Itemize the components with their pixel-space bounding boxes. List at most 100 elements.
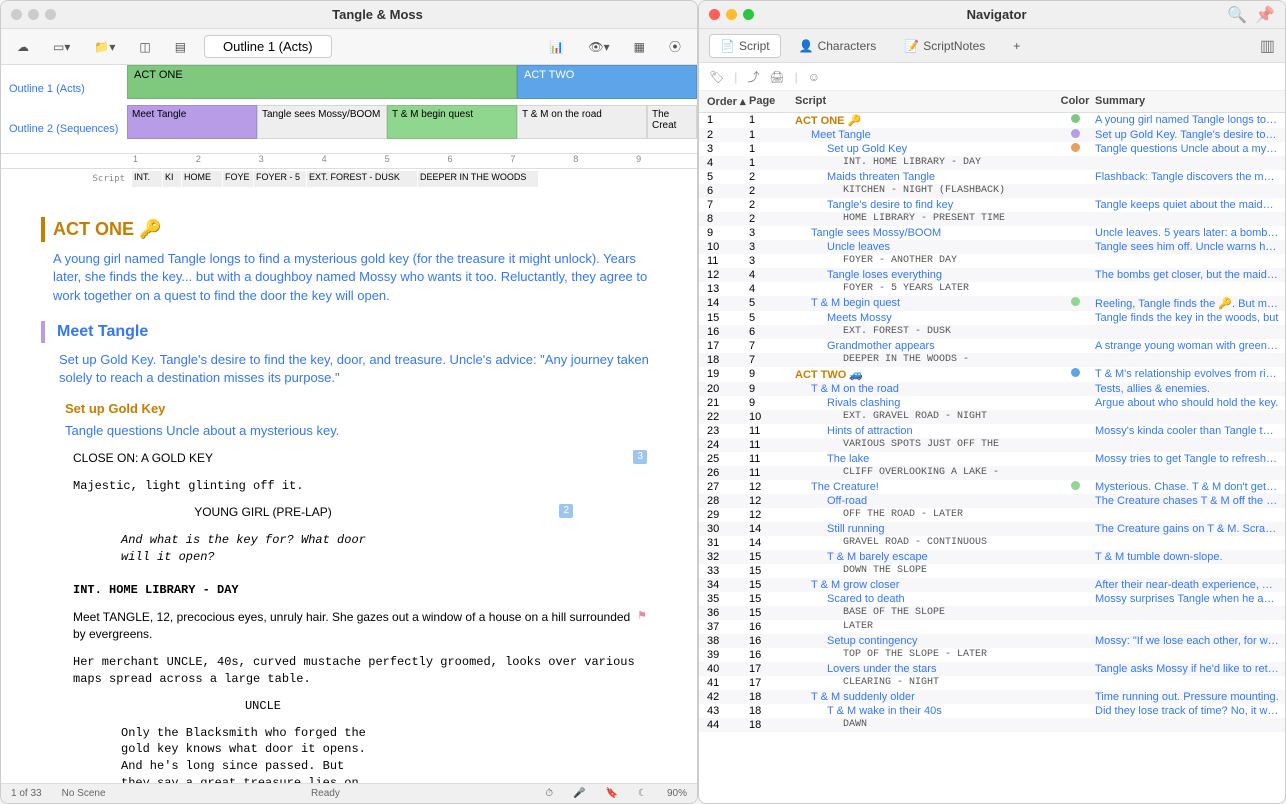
- note-badge[interactable]: 3: [633, 450, 647, 464]
- close-light[interactable]: [11, 9, 22, 20]
- cloud-icon[interactable]: ☁: [11, 37, 35, 57]
- table-row[interactable]: 3615BASE OF THE SLOPE: [699, 606, 1285, 620]
- layout-icon[interactable]: ▦: [628, 37, 651, 57]
- table-row[interactable]: 82HOME LIBRARY - PRESENT TIME: [699, 212, 1285, 226]
- table-row[interactable]: 3215T & M barely escapeT & M tumble down…: [699, 550, 1285, 564]
- share-icon[interactable]: ⤴: [747, 68, 759, 85]
- table-row[interactable]: 2812Off-roadThe Creature chases T & M of…: [699, 494, 1285, 508]
- table-row[interactable]: 103Uncle leavesTangle sees him off. Uncl…: [699, 240, 1285, 254]
- table-row[interactable]: 2210EXT. GRAVEL ROAD - NIGHT: [699, 410, 1285, 424]
- notes-toggle[interactable]: ▤: [169, 37, 192, 57]
- stats-icon[interactable]: 📊: [543, 37, 570, 57]
- tab-characters[interactable]: 👤Characters: [789, 35, 887, 57]
- header-summary[interactable]: Summary: [1095, 95, 1285, 108]
- tag-filter-icon[interactable]: 🏷: [709, 70, 724, 84]
- table-row[interactable]: 3415T & M grow closerAfter their near-de…: [699, 578, 1285, 592]
- print-icon[interactable]: 🖨: [769, 70, 784, 84]
- table-row[interactable]: 11ACT ONE 🔑A young girl named Tangle lon…: [699, 113, 1285, 128]
- table-row[interactable]: 187DEEPER IN THE WOODS -: [699, 353, 1285, 367]
- header-color[interactable]: Color: [1055, 95, 1095, 108]
- split-view-icon[interactable]: ◫: [133, 37, 156, 57]
- table-row[interactable]: 209T & M on the roadTests, allies & enem…: [699, 382, 1285, 396]
- seq-block[interactable]: T & M on the road: [517, 105, 647, 139]
- table-row[interactable]: 3916TOP OF THE SLOPE - LATER: [699, 648, 1285, 662]
- view-toggle[interactable]: ▭▾: [47, 37, 76, 57]
- table-row[interactable]: 134FOYER - 5 YEARS LATER: [699, 282, 1285, 296]
- seq-block[interactable]: Meet Tangle: [127, 105, 257, 139]
- table-row[interactable]: 166EXT. FOREST - DUSK: [699, 325, 1285, 339]
- header-order[interactable]: Order ▴: [699, 95, 749, 108]
- table-row[interactable]: 52Maids threaten TangleFlashback: Tangle…: [699, 170, 1285, 184]
- table-row[interactable]: 219Rivals clashingArgue about who should…: [699, 396, 1285, 410]
- table-row[interactable]: 2411VARIOUS SPOTS JUST OFF THE: [699, 438, 1285, 452]
- folder-menu[interactable]: 📁▾: [88, 37, 121, 57]
- scene-chip[interactable]: FOYER - 5: [254, 171, 306, 187]
- header-page[interactable]: Page: [749, 95, 789, 108]
- visibility-menu[interactable]: 👁▾: [582, 37, 615, 57]
- scene-chip[interactable]: EXT. FOREST - DUSK: [307, 171, 417, 187]
- table-row[interactable]: 113FOYER - ANOTHER DAY: [699, 254, 1285, 268]
- smiley-icon[interactable]: ☺: [808, 70, 820, 84]
- scene-chip[interactable]: DEEPER IN THE WOODS: [418, 171, 538, 187]
- table-row[interactable]: 3515Scared to deathMossy surprises Tangl…: [699, 592, 1285, 606]
- minimize-light[interactable]: [28, 9, 39, 20]
- act-block[interactable]: ACT TWO: [517, 65, 697, 99]
- scene-chip[interactable]: HOME: [182, 171, 222, 187]
- close-light[interactable]: [709, 9, 720, 20]
- table-row[interactable]: 62KITCHEN - NIGHT (FLASHBACK): [699, 184, 1285, 198]
- table-row[interactable]: 4117CLEARING - NIGHT: [699, 676, 1285, 690]
- minimize-light[interactable]: [726, 9, 737, 20]
- flag-icon[interactable]: ⚑: [637, 609, 647, 624]
- table-row[interactable]: 199ACT TWO 🚙T & M's relationship evolves…: [699, 367, 1285, 382]
- script-editor[interactable]: ACT ONE 🔑 A young girl named Tangle long…: [1, 189, 697, 783]
- table-row[interactable]: 3315DOWN THE SLOPE: [699, 564, 1285, 578]
- scene-chip[interactable]: KI: [163, 171, 181, 187]
- table-row[interactable]: 155Meets MossyTangle finds the key in th…: [699, 311, 1285, 325]
- table-row[interactable]: 145T & M begin questReeling, Tangle find…: [699, 296, 1285, 311]
- mic-icon[interactable]: 🎤: [573, 788, 585, 799]
- table-row[interactable]: 3014Still runningThe Creature gains on T…: [699, 522, 1285, 536]
- table-row[interactable]: 177Grandmother appearsA strange young wo…: [699, 339, 1285, 353]
- table-row[interactable]: 4218T & M suddenly olderTime running out…: [699, 690, 1285, 704]
- table-row[interactable]: 124Tangle loses everythingThe bombs get …: [699, 268, 1285, 282]
- columns-icon[interactable]: ▥: [1260, 36, 1275, 56]
- target-icon[interactable]: ⦿: [663, 35, 687, 58]
- seq-block[interactable]: The Creat: [647, 105, 697, 139]
- tag-icon[interactable]: 🔖: [606, 788, 618, 799]
- table-row[interactable]: 21Meet TangleSet up Gold Key. Tangle's d…: [699, 128, 1285, 142]
- header-script[interactable]: Script: [789, 95, 1055, 108]
- outline-selector[interactable]: Outline 1 (Acts): [204, 35, 332, 58]
- table-row[interactable]: 3716LATER: [699, 620, 1285, 634]
- table-row[interactable]: 4318T & M wake in their 40sDid they lose…: [699, 704, 1285, 718]
- note-badge[interactable]: 2: [559, 504, 573, 518]
- table-row[interactable]: 41INT. HOME LIBRARY - DAY: [699, 156, 1285, 170]
- pin-icon[interactable]: 📌: [1255, 5, 1275, 25]
- table-row[interactable]: 93Tangle sees Mossy/BOOMUncle leaves. 5 …: [699, 226, 1285, 240]
- table-row[interactable]: 3816Setup contingencyMossy: "If we lose …: [699, 634, 1285, 648]
- search-icon[interactable]: 🔍: [1227, 5, 1247, 25]
- table-row[interactable]: 31Set up Gold KeyTangle questions Uncle …: [699, 142, 1285, 156]
- zoom-light[interactable]: [45, 9, 56, 20]
- timer-icon[interactable]: ⏱: [545, 788, 553, 799]
- zoom-light[interactable]: [743, 9, 754, 20]
- tab-script[interactable]: 📄Script: [709, 34, 781, 58]
- act-block[interactable]: ACT ONE: [127, 65, 517, 99]
- table-row[interactable]: 2712The Creature!Mysterious. Chase. T & …: [699, 480, 1285, 494]
- outline1-label[interactable]: Outline 1 (Acts): [9, 69, 119, 109]
- outline2-label[interactable]: Outline 2 (Sequences): [9, 109, 119, 149]
- scene-chip[interactable]: INT.: [132, 171, 162, 187]
- table-row[interactable]: 2611CLIFF OVERLOOKING A LAKE -: [699, 466, 1285, 480]
- seq-block[interactable]: T & M begin quest: [387, 105, 517, 139]
- table-row[interactable]: 3114GRAVEL ROAD - CONTINUOUS: [699, 536, 1285, 550]
- table-row[interactable]: 4418DAWN: [699, 718, 1285, 732]
- night-mode-icon[interactable]: ☾: [638, 788, 647, 799]
- table-row[interactable]: 2912OFF THE ROAD - LATER: [699, 508, 1285, 522]
- table-row[interactable]: 72Tangle's desire to find keyTangle keep…: [699, 198, 1285, 212]
- table-row[interactable]: 2311Hints of attractionMossy's kinda coo…: [699, 424, 1285, 438]
- table-row[interactable]: 2511The lakeMossy tries to get Tangle to…: [699, 452, 1285, 466]
- tab-scriptnotes[interactable]: 📝ScriptNotes: [894, 35, 995, 57]
- table-row[interactable]: 4017Lovers under the starsTangle asks Mo…: [699, 662, 1285, 676]
- add-tab[interactable]: +: [1003, 35, 1030, 57]
- scene-chip[interactable]: FOYE: [223, 171, 253, 187]
- seq-block[interactable]: Tangle sees Mossy/BOOM: [257, 105, 387, 139]
